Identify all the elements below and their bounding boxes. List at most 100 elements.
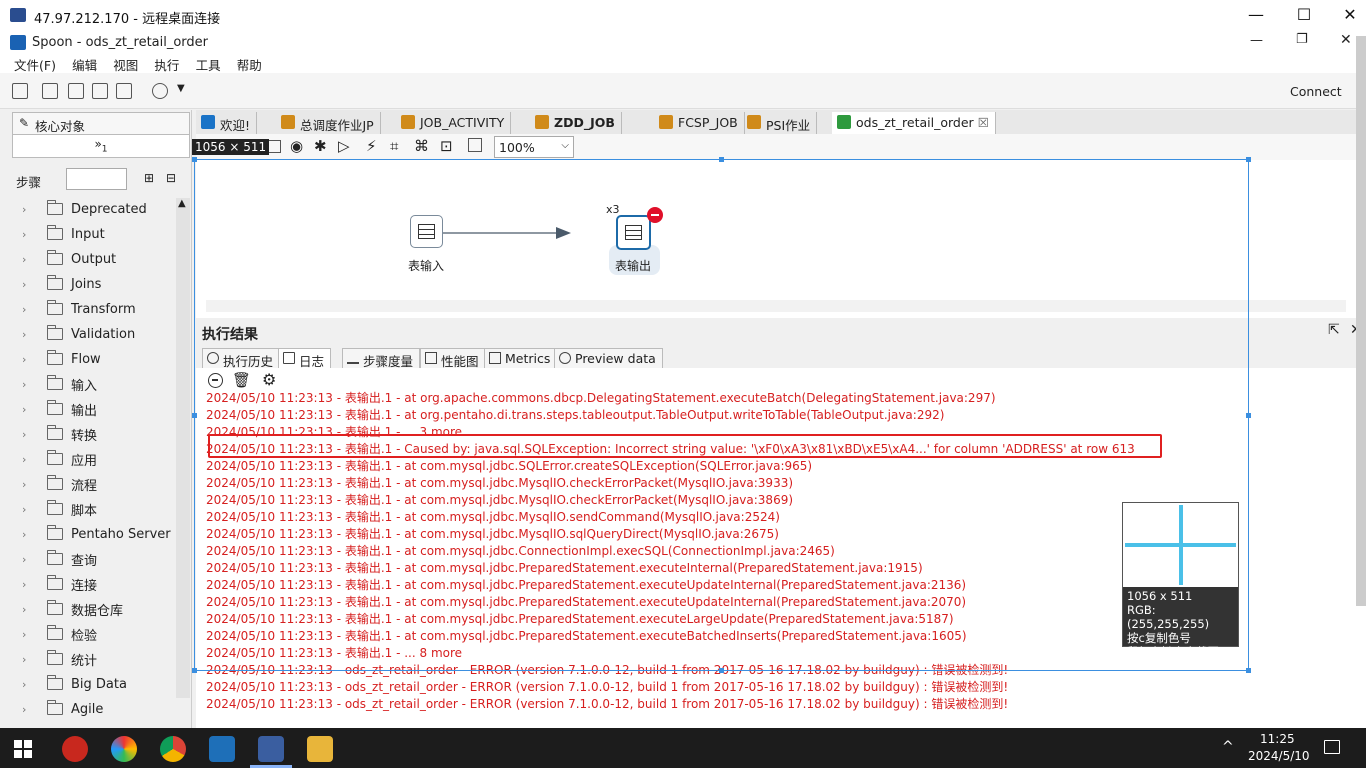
tree-item[interactable]: › Joins [22, 273, 101, 295]
tree-item-label: Output [71, 251, 117, 267]
editor-tab[interactable]: ZDD_JOB [530, 112, 622, 134]
editor-tab[interactable]: ods_zt_retail_order ☒ [832, 112, 996, 134]
log-line: 2024/05/10 11:23:13 - ods_zt_retail_orde… [206, 680, 1009, 694]
clear-log-icon[interactable] [208, 373, 223, 388]
app-minimize-button[interactable]: — [1250, 33, 1263, 48]
tree-item[interactable]: › Flow [22, 348, 101, 370]
app-close-button[interactable]: ✕ [1340, 32, 1352, 48]
connect-button[interactable]: Connect [1290, 84, 1342, 99]
explore-repo-icon[interactable] [68, 83, 84, 99]
steps-search-input[interactable] [66, 168, 127, 190]
zoom-value: 100% [499, 140, 535, 155]
menu-bar: 文件(F) 编辑 视图 执行 工具 帮助 [0, 53, 1366, 73]
debug-icon[interactable]: ✱ [314, 137, 327, 155]
table-output-step[interactable] [616, 215, 651, 250]
editor-tab[interactable]: PSI作业 [742, 112, 818, 134]
tree-item[interactable]: › Pentaho Server [22, 523, 171, 545]
tree-item[interactable]: › Deprecated [22, 198, 147, 220]
tab-perf-graph[interactable]: 性能图 [420, 348, 486, 369]
tree-item[interactable]: › Output [22, 248, 116, 270]
tab-close-icon[interactable]: ☒ [978, 115, 989, 130]
save-icon[interactable] [92, 83, 108, 99]
layers-icon[interactable] [152, 83, 168, 99]
chevron-down-icon[interactable]: ▼ [177, 83, 185, 94]
folder-icon [47, 200, 63, 215]
folder-icon[interactable] [307, 736, 333, 762]
minimize-button[interactable]: — [1236, 4, 1276, 26]
sql-icon[interactable]: ⌘ [414, 137, 429, 155]
tab-step-metrics[interactable]: 步骤度量 [342, 348, 421, 369]
tree-item[interactable]: › Big Data [22, 673, 127, 695]
tab-icon [281, 115, 295, 129]
tree-item[interactable]: › 应用 [22, 448, 97, 470]
tree-item[interactable]: › Agile [22, 698, 103, 720]
editor-tab[interactable]: FCSP_JOB [654, 112, 745, 134]
chevron-right-icon: › [22, 202, 27, 216]
tab-metrics[interactable]: Metrics [484, 348, 558, 368]
collapse-all-icon[interactable]: ⊟ [166, 171, 176, 185]
editor-tab[interactable]: JOB_ACTIVITY [396, 112, 512, 134]
tree-scrollbar[interactable] [176, 198, 190, 698]
notification-icon[interactable] [1324, 740, 1340, 754]
tree-item[interactable]: › 查询 [22, 548, 97, 570]
tree-item[interactable]: › 输出 [22, 398, 97, 420]
app-restore-button[interactable]: ❐ [1296, 32, 1308, 47]
tree-item[interactable]: › Validation [22, 323, 135, 345]
tree-item[interactable]: › 数据仓库 [22, 598, 123, 620]
tab-history[interactable]: 执行历史 [202, 348, 281, 369]
tree-item[interactable]: › 检验 [22, 623, 97, 645]
tree-item[interactable]: › 脚本 [22, 498, 97, 520]
tree-item[interactable]: › 连接 [22, 573, 97, 595]
collapse-panel-button[interactable]: »1 [12, 134, 190, 158]
magnifier-info: 1056 x 511 RGB:(255,255,255) 按c复制色号 鼠标右键… [1123, 587, 1238, 659]
save-as-icon[interactable] [116, 83, 132, 99]
tree-item[interactable]: › 流程 [22, 473, 97, 495]
chrome-icon[interactable] [160, 736, 186, 762]
zoom-select[interactable]: 100% ⌵ [494, 136, 574, 158]
verify-icon[interactable]: ⚡ [366, 137, 377, 155]
tab-log[interactable]: 日志 [278, 348, 332, 369]
table-input-step[interactable] [410, 215, 443, 248]
scroll-up-icon[interactable]: ▲ [178, 198, 186, 209]
app-colorful-icon[interactable] [111, 736, 137, 762]
editor-tab[interactable]: 总调度作业JP [276, 112, 381, 134]
editor-tab[interactable]: 欢迎! [196, 112, 258, 134]
maximize-panel-icon[interactable]: ⇱ [1328, 322, 1340, 338]
database-icon[interactable]: ⊡ [440, 137, 453, 155]
impact-icon[interactable]: ⌗ [390, 137, 398, 155]
replay-icon[interactable]: ▷ [338, 137, 350, 155]
expand-all-icon[interactable]: ⊞ [144, 171, 154, 185]
open-folder-icon[interactable] [42, 83, 58, 99]
tab-preview-data[interactable]: Preview data [554, 348, 663, 368]
remote-desktop-icon[interactable] [258, 736, 284, 762]
settings-icon[interactable]: ⚙ [262, 370, 276, 389]
tree-item[interactable]: › 统计 [22, 648, 97, 670]
chevron-right-icon: › [22, 552, 27, 566]
horizontal-scrollbar[interactable] [206, 300, 1346, 312]
tree-item[interactable]: › Transform [22, 298, 136, 320]
chevron-right-icon: › [22, 302, 27, 316]
windows-start-icon[interactable] [14, 740, 32, 758]
preview-eye-icon[interactable]: ◉ [290, 137, 303, 155]
new-file-icon[interactable] [12, 83, 28, 99]
app-blue-icon[interactable] [209, 736, 235, 762]
log-line: 2024/05/10 11:23:13 - 表输出.1 - at com.mys… [206, 493, 794, 507]
maximize-button[interactable]: ☐ [1284, 4, 1324, 26]
log-line: 2024/05/10 11:23:13 - 表输出.1 - at com.mys… [206, 544, 835, 558]
right-scrollbar[interactable] [1356, 36, 1366, 606]
tree-item[interactable]: › 转换 [22, 423, 97, 445]
checkbox-icon[interactable] [268, 140, 281, 153]
tree-item-label: 转换 [71, 428, 98, 444]
fit-icon[interactable] [468, 138, 482, 152]
editor-tab-label: FCSP_JOB [678, 115, 738, 130]
trash-icon[interactable]: 🗑 [232, 371, 251, 389]
log-line: 2024/05/10 11:23:13 - 表输出.1 - at com.mys… [206, 612, 954, 626]
transformation-canvas[interactable]: 表输入 x3 表输出 [196, 160, 1366, 318]
close-button[interactable]: ✕ [1330, 4, 1366, 26]
tree-item[interactable]: › 输入 [22, 373, 97, 395]
tab-core-objects[interactable]: ✎ 核心对象 [12, 112, 190, 134]
app-red-icon[interactable] [62, 736, 88, 762]
tree-item[interactable]: › Input [22, 223, 105, 245]
mag-size: 1056 x 511 [1127, 589, 1193, 603]
tray-chevron-icon[interactable]: ^ [1222, 739, 1234, 755]
